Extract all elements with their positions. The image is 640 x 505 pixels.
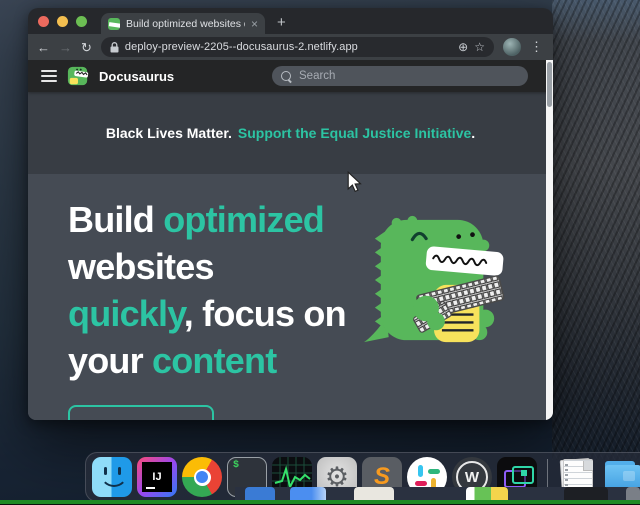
browser-toolbar: ← → ↻ deploy-preview-2205--docusaurus-2.… xyxy=(28,34,553,60)
headline-line: Build optimized xyxy=(68,196,346,243)
hero-headline: Build optimized websites quickly, focus … xyxy=(68,196,346,384)
artifact-blue-app-icon xyxy=(245,487,275,500)
browser-tab[interactable]: Build optimized websites quick × xyxy=(101,13,265,34)
terminal-prompt-glyph: $ xyxy=(233,460,239,471)
headline-line: your content xyxy=(68,337,346,384)
search-box[interactable] xyxy=(272,66,528,86)
docusaurus-dinosaur-illustration xyxy=(363,210,511,350)
tab-title: Build optimized websites quick xyxy=(126,18,245,30)
tab-close-icon[interactable]: × xyxy=(251,18,258,30)
window-controls xyxy=(38,8,87,34)
headline-text: websites xyxy=(68,246,214,287)
zoom-window-button[interactable] xyxy=(76,16,87,27)
reload-icon[interactable]: ↻ xyxy=(81,41,92,54)
browser-window: Build optimized websites quick × + ← → ↻… xyxy=(28,8,553,420)
tab-strip: Build optimized websites quick × + xyxy=(28,8,553,34)
artifact-maps-app-icon xyxy=(354,487,394,500)
scrollbar-thumb[interactable] xyxy=(547,62,552,107)
web-page: Docusaurus Black Lives Matter. Support th… xyxy=(28,60,553,420)
profile-avatar[interactable] xyxy=(503,38,521,56)
site-navbar: Docusaurus xyxy=(28,60,553,92)
bookmark-star-icon[interactable]: ☆ xyxy=(474,41,485,53)
new-tab-button[interactable]: + xyxy=(277,14,286,31)
forward-icon[interactable]: → xyxy=(59,41,72,54)
intellij-letters: IJ xyxy=(152,471,161,483)
desktop: { "browser": { "tab_title": "Build optim… xyxy=(0,0,640,505)
page-scrollbar[interactable] xyxy=(546,60,553,420)
browser-menu-icon[interactable]: ⋮ xyxy=(530,39,544,55)
docusaurus-logo xyxy=(67,65,89,87)
artifact-gray-app-icon xyxy=(626,487,640,500)
headline-accent: quickly xyxy=(68,293,184,334)
headline-accent: optimized xyxy=(163,199,324,240)
headline-accent: content xyxy=(152,340,276,381)
dock-chrome-icon[interactable] xyxy=(182,457,222,497)
url-text: deploy-preview-2205--docusaurus-2.netlif… xyxy=(125,41,452,53)
dock-finder-icon[interactable] xyxy=(92,457,132,497)
headline-text: Build xyxy=(68,199,163,240)
headline-line: websites xyxy=(68,243,346,290)
gif-artifact-strip xyxy=(235,487,640,500)
hero-section: Build optimized websites quickly, focus … xyxy=(28,174,553,420)
hamburger-menu-icon[interactable] xyxy=(41,70,57,82)
headline-text: , focus on xyxy=(184,293,346,334)
wallpaper-mountain xyxy=(552,0,640,460)
site-info-icon[interactable]: ⊕ xyxy=(458,41,468,53)
docusaurus-favicon xyxy=(108,18,120,30)
minimize-window-button[interactable] xyxy=(57,16,68,27)
artifact-dark-app-icon xyxy=(564,487,608,500)
close-window-button[interactable] xyxy=(38,16,49,27)
mouse-cursor xyxy=(346,171,362,193)
back-icon[interactable]: ← xyxy=(37,41,50,54)
lock-icon xyxy=(110,42,119,53)
search-icon xyxy=(281,71,291,81)
artifact-light-blue-app-icon xyxy=(290,487,326,500)
announcement-bar: Black Lives Matter. Support the Equal Jus… xyxy=(28,92,553,174)
get-started-button[interactable] xyxy=(68,405,214,420)
search-input[interactable] xyxy=(297,69,519,83)
headline-line: quickly, focus on xyxy=(68,290,346,337)
address-bar[interactable]: deploy-preview-2205--docusaurus-2.netlif… xyxy=(101,37,494,57)
announcement-text: Black Lives Matter. xyxy=(106,125,232,141)
announcement-link[interactable]: Support the Equal Justice Initiative xyxy=(238,125,471,141)
announcement-suffix: . xyxy=(471,125,475,141)
dock-intellij-icon[interactable]: IJ xyxy=(137,457,177,497)
headline-text: your xyxy=(68,340,152,381)
site-title[interactable]: Docusaurus xyxy=(99,69,174,84)
artifact-pie-chart-app-icon xyxy=(466,487,508,500)
